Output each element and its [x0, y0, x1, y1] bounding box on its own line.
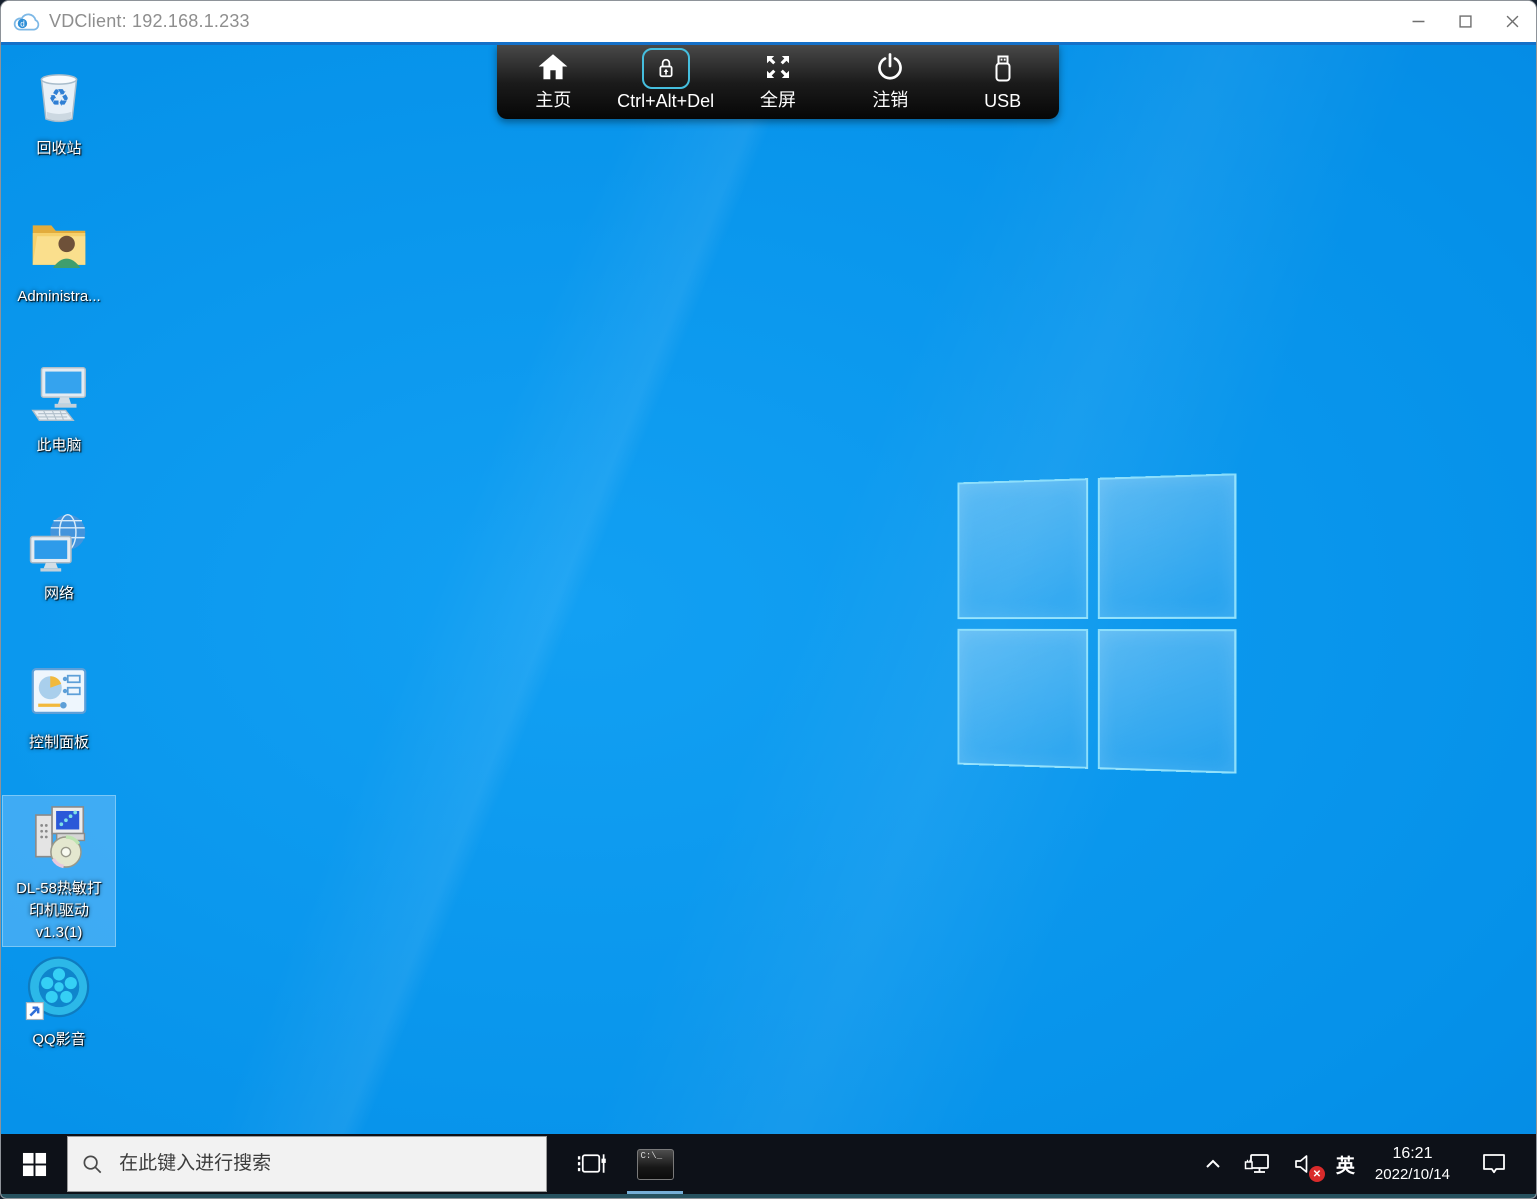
toolbar-fullscreen-button[interactable]: 全屏: [722, 45, 834, 119]
cmd-window-icon: C:\_: [637, 1149, 674, 1180]
user-folder-icon: [21, 207, 97, 283]
toolbar-ctrl-alt-del-button[interactable]: Ctrl+Alt+Del: [610, 45, 722, 119]
close-icon: [1506, 15, 1519, 28]
desktop-icon-recycle-bin[interactable]: ♻ 回收站: [3, 56, 115, 163]
desktop-icon-label: QQ影音: [32, 1029, 85, 1051]
svg-text:d: d: [20, 19, 25, 28]
windows-logo-wallpaper: [958, 473, 1237, 773]
shortcut-arrow-icon: [26, 1003, 43, 1020]
search-icon: [82, 1153, 103, 1176]
desktop-icon-network[interactable]: 网络: [3, 501, 115, 608]
lock-icon: [654, 53, 678, 83]
recycle-bin-icon: ♻: [21, 59, 97, 135]
desktop-icon-this-pc[interactable]: 此电脑: [3, 353, 115, 460]
desktop-icon-label: 控制面板: [29, 732, 89, 754]
volume-muted-badge: ✕: [1309, 1166, 1325, 1182]
desktop-icon-label: Administra...: [17, 286, 100, 308]
windows-logo-pane: [1097, 473, 1236, 618]
search-input[interactable]: [119, 1153, 532, 1175]
window-controls: [1395, 1, 1536, 42]
taskbar-search[interactable]: [67, 1136, 547, 1192]
svg-text:♻: ♻: [48, 85, 70, 112]
home-icon: [536, 49, 570, 84]
task-view-icon: [575, 1149, 608, 1179]
windows-logo-pane: [1097, 629, 1236, 774]
windows-start-icon: [22, 1152, 47, 1177]
chevron-up-icon: [1200, 1151, 1226, 1177]
minimize-icon: [1412, 15, 1425, 28]
vdclient-toolbar: 主页 Ctrl+Alt+Del: [497, 45, 1059, 119]
installer-icon: [21, 799, 97, 875]
maximize-button[interactable]: [1442, 1, 1489, 42]
desktop-icon-qq-player[interactable]: QQ影音: [3, 947, 115, 1054]
control-panel-icon: [21, 653, 97, 729]
network-status-button[interactable]: [1234, 1134, 1282, 1194]
cloud-icon: d: [13, 11, 40, 32]
close-button[interactable]: [1489, 1, 1536, 42]
task-view-button[interactable]: [559, 1134, 623, 1194]
minimize-button[interactable]: [1395, 1, 1442, 42]
cmd-window-button[interactable]: C:\_: [623, 1134, 687, 1194]
window-title: VDClient: 192.168.1.233: [49, 11, 250, 32]
start-button[interactable]: [1, 1134, 67, 1194]
network-tray-icon: [1242, 1149, 1274, 1179]
vdclient-window: d VDClient: 192.168.1.233: [0, 0, 1537, 1199]
active-ring: [642, 48, 690, 89]
toolbar-logout-button[interactable]: 注销: [834, 45, 946, 119]
windows-logo-pane: [958, 628, 1088, 768]
time: 16:21: [1392, 1144, 1432, 1165]
volume-button[interactable]: ✕: [1282, 1134, 1326, 1194]
maximize-icon: [1459, 15, 1472, 28]
desktop-icon-administrator[interactable]: Administra...: [3, 204, 115, 311]
desktop-icon-control-panel[interactable]: 控制面板: [3, 650, 115, 757]
desktop-icon-label: DL-58热敏打 印机驱动 v1.3(1): [16, 878, 102, 943]
qq-player-icon: [21, 950, 97, 1026]
desktop-icon-label: 此电脑: [36, 435, 81, 457]
desktop-icon-label: 网络: [44, 583, 74, 605]
action-center-icon: [1478, 1148, 1510, 1180]
toolbar-usb-button[interactable]: USB: [947, 45, 1059, 119]
network-icon: [21, 504, 97, 580]
power-icon: [874, 49, 906, 84]
taskbar: C:\_: [1, 1134, 1536, 1194]
titlebar[interactable]: d VDClient: 192.168.1.233: [1, 1, 1536, 42]
action-center-button[interactable]: [1460, 1134, 1522, 1194]
system-tray: ✕ 英 16:21 2022/10/14: [1192, 1134, 1536, 1194]
this-pc-icon: [21, 356, 97, 432]
toolbar-home-button[interactable]: 主页: [497, 45, 609, 119]
usb-icon: [987, 49, 1019, 89]
show-hidden-icons-button[interactable]: [1192, 1134, 1234, 1194]
windows-logo-pane: [958, 478, 1088, 618]
date: 2022/10/14: [1375, 1165, 1450, 1185]
desktop-icon-label: 回收站: [36, 138, 81, 160]
language-indicator[interactable]: 英: [1326, 1151, 1365, 1178]
fullscreen-icon: [762, 49, 794, 84]
desktop-icon-dl58-printer-driver[interactable]: DL-58热敏打 印机驱动 v1.3(1): [3, 796, 115, 946]
window-bottom-border: [1, 1194, 1536, 1198]
clock[interactable]: 16:21 2022/10/14: [1365, 1144, 1460, 1184]
remote-desktop: 主页 Ctrl+Alt+Del: [1, 45, 1536, 1136]
